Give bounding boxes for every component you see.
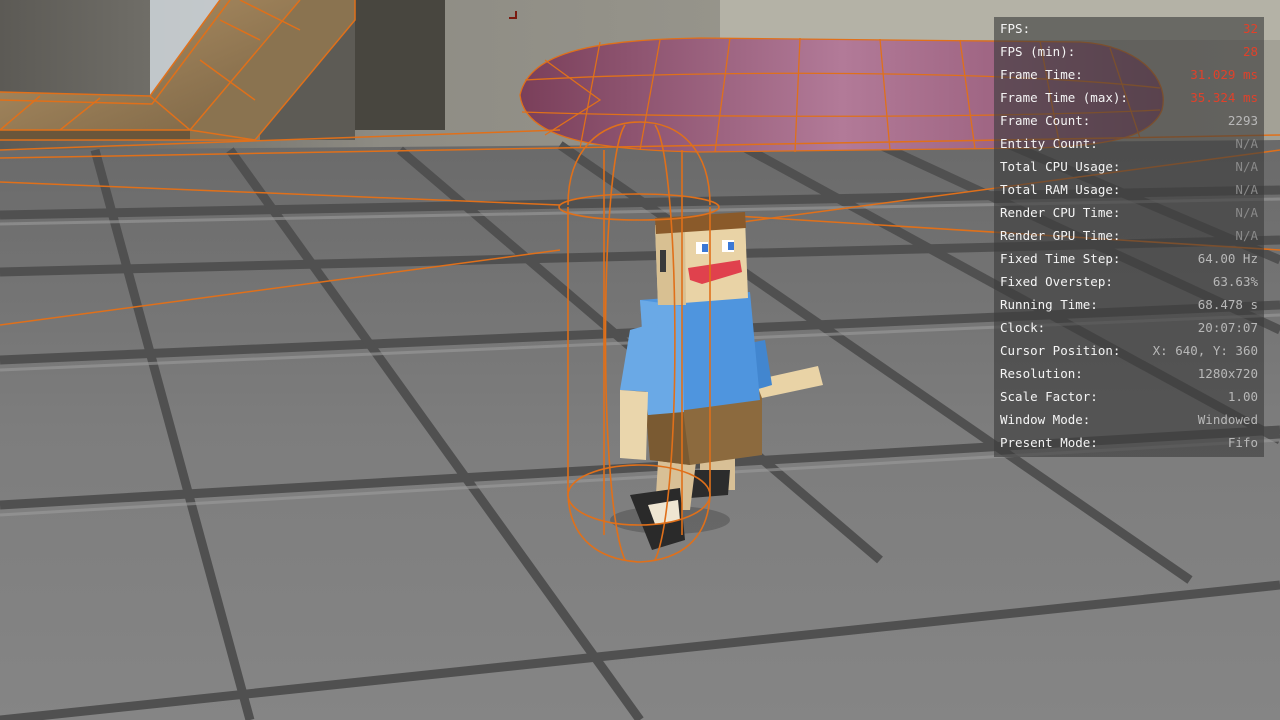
diagnostics-label: Present Mode: xyxy=(1000,435,1098,450)
diagnostics-label: Resolution: xyxy=(1000,366,1083,381)
diagnostics-row: Scale Factor: 1.00 xyxy=(994,385,1264,408)
player-ear xyxy=(660,250,666,272)
diagnostics-row: Clock: 20:07:07 xyxy=(994,316,1264,339)
diagnostics-value: 20:07:07 xyxy=(1197,320,1258,335)
diagnostics-value: 28 xyxy=(1242,44,1258,59)
diagnostics-row: Total RAM Usage: N/A xyxy=(994,178,1264,201)
diagnostics-value: 1280x720 xyxy=(1197,366,1258,381)
diagnostics-value: 2293 xyxy=(1227,113,1258,128)
diagnostics-row: Render CPU Time: N/A xyxy=(994,201,1264,224)
diagnostics-label: Scale Factor: xyxy=(1000,389,1098,404)
diagnostics-row: Present Mode: Fifo xyxy=(994,431,1264,454)
diagnostics-label: Fixed Overstep: xyxy=(1000,274,1113,289)
diagnostics-value: 35.324 ms xyxy=(1190,90,1258,105)
diagnostics-label: Total RAM Usage: xyxy=(1000,182,1121,197)
cursor-crosshair-icon xyxy=(509,11,517,19)
diagnostics-row: Fixed Overstep: 63.63% xyxy=(994,270,1264,293)
diagnostics-value: 1.00 xyxy=(1227,389,1258,404)
player-arm-front xyxy=(620,390,648,460)
diagnostics-row: Frame Time (max): 35.324 ms xyxy=(994,86,1264,109)
diagnostics-value: X: 640, Y: 360 xyxy=(1152,343,1258,358)
diagnostics-value: Fifo xyxy=(1227,435,1258,450)
diagnostics-label: FPS (min): xyxy=(1000,44,1076,59)
diagnostics-row: FPS: 32 xyxy=(994,17,1264,40)
diagnostics-value: 68.478 s xyxy=(1197,297,1258,312)
diagnostics-label: Render CPU Time: xyxy=(1000,205,1121,220)
game-viewport[interactable]: FPS: 32 FPS (min): 28 Frame Time: 31.029 ms Fr… xyxy=(0,0,1280,720)
diagnostics-value: N/A xyxy=(1235,228,1258,243)
diagnostics-label: Entity Count: xyxy=(1000,136,1098,151)
diagnostics-value: 63.63% xyxy=(1212,274,1258,289)
diagnostics-row: Running Time: 68.478 s xyxy=(994,293,1264,316)
diagnostics-label: Frame Time: xyxy=(1000,67,1083,82)
player-pupil-left xyxy=(702,244,708,252)
diagnostics-label: Frame Time (max): xyxy=(1000,90,1128,105)
diagnostics-row: FPS (min): 28 xyxy=(994,40,1264,63)
diagnostics-label: Cursor Position: xyxy=(1000,343,1121,358)
diagnostics-row: Render GPU Time: N/A xyxy=(994,224,1264,247)
diagnostics-overlay: FPS: 32 FPS (min): 28 Frame Time: 31.029 ms Fr… xyxy=(994,17,1264,457)
diagnostics-value: 31.029 ms xyxy=(1190,67,1258,82)
player-pupil-right xyxy=(728,242,734,250)
diagnostics-row: Frame Time: 31.029 ms xyxy=(994,63,1264,86)
diagnostics-label: Frame Count: xyxy=(1000,113,1091,128)
diagnostics-value: N/A xyxy=(1235,182,1258,197)
diagnostics-row: Resolution: 1280x720 xyxy=(994,362,1264,385)
diagnostics-value: Windowed xyxy=(1197,412,1258,427)
diagnostics-label: Fixed Time Step: xyxy=(1000,251,1121,266)
diagnostics-row: Window Mode: Windowed xyxy=(994,408,1264,431)
diagnostics-label: Window Mode: xyxy=(1000,412,1091,427)
wall-panel xyxy=(355,0,445,130)
diagnostics-value: N/A xyxy=(1235,159,1258,174)
diagnostics-row: Entity Count: N/A xyxy=(994,132,1264,155)
diagnostics-row: Cursor Position: X: 640, Y: 360 xyxy=(994,339,1264,362)
diagnostics-value: N/A xyxy=(1235,205,1258,220)
diagnostics-label: Total CPU Usage: xyxy=(1000,159,1121,174)
diagnostics-label: Clock: xyxy=(1000,320,1046,335)
diagnostics-row: Fixed Time Step: 64.00 Hz xyxy=(994,247,1264,270)
diagnostics-value: 64.00 Hz xyxy=(1197,251,1258,266)
diagnostics-value: 32 xyxy=(1242,21,1258,36)
diagnostics-label: Render GPU Time: xyxy=(1000,228,1121,243)
diagnostics-row: Total CPU Usage: N/A xyxy=(994,155,1264,178)
diagnostics-label: FPS: xyxy=(1000,21,1031,36)
diagnostics-row: Frame Count: 2293 xyxy=(994,109,1264,132)
diagnostics-label: Running Time: xyxy=(1000,297,1098,312)
diagnostics-value: N/A xyxy=(1235,136,1258,151)
